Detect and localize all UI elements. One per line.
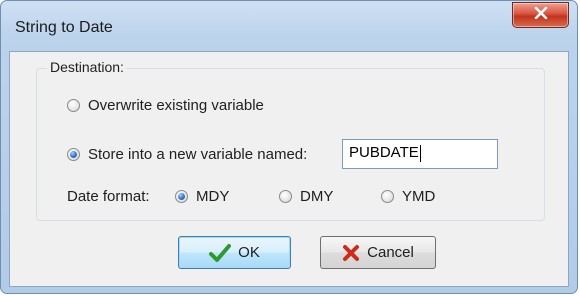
store-new-variable-label: Store into a new variable named: — [88, 146, 308, 163]
destination-legend: Destination: — [47, 59, 127, 75]
dialog-window: String to Date Destination: Overwrite ex… — [0, 0, 578, 294]
destination-group: Destination: Overwrite existing variable… — [36, 59, 545, 221]
cancel-button[interactable]: Cancel — [320, 236, 436, 269]
ok-button-label: OK — [238, 244, 260, 261]
radio-selected-dot — [178, 193, 185, 200]
date-format-dmy-radio[interactable]: DMY — [279, 188, 333, 205]
radio-button-selected[interactable] — [67, 148, 80, 161]
close-icon — [534, 6, 548, 24]
cancel-button-label: Cancel — [367, 244, 414, 261]
radio-button-selected[interactable] — [175, 190, 188, 203]
variable-name-value: PUBDATE — [349, 144, 419, 161]
date-format-dmy-label: DMY — [300, 188, 334, 205]
radio-button-unselected[interactable] — [279, 190, 292, 203]
date-format-mdy-radio[interactable]: MDY — [175, 188, 229, 205]
dialog-title: String to Date — [15, 19, 113, 36]
radio-button-unselected[interactable] — [67, 99, 80, 112]
checkmark-icon — [209, 243, 232, 262]
radio-selected-dot — [70, 151, 77, 158]
store-new-variable-radio[interactable]: Store into a new variable named: — [67, 146, 307, 163]
close-button[interactable] — [512, 2, 569, 28]
variable-name-input[interactable]: PUBDATE — [342, 139, 498, 169]
overwrite-existing-radio[interactable]: Overwrite existing variable — [67, 97, 264, 114]
overwrite-existing-label: Overwrite existing variable — [88, 97, 264, 114]
ok-button[interactable]: OK — [178, 236, 291, 269]
text-caret — [419, 144, 421, 162]
date-format-label: Date format: — [67, 188, 150, 205]
x-icon — [342, 244, 360, 262]
date-format-ymd-radio[interactable]: YMD — [381, 188, 435, 205]
radio-button-unselected[interactable] — [381, 190, 394, 203]
date-format-mdy-label: MDY — [196, 188, 230, 205]
dialog-client-area: Destination: Overwrite existing variable… — [9, 51, 569, 287]
date-format-ymd-label: YMD — [402, 188, 436, 205]
